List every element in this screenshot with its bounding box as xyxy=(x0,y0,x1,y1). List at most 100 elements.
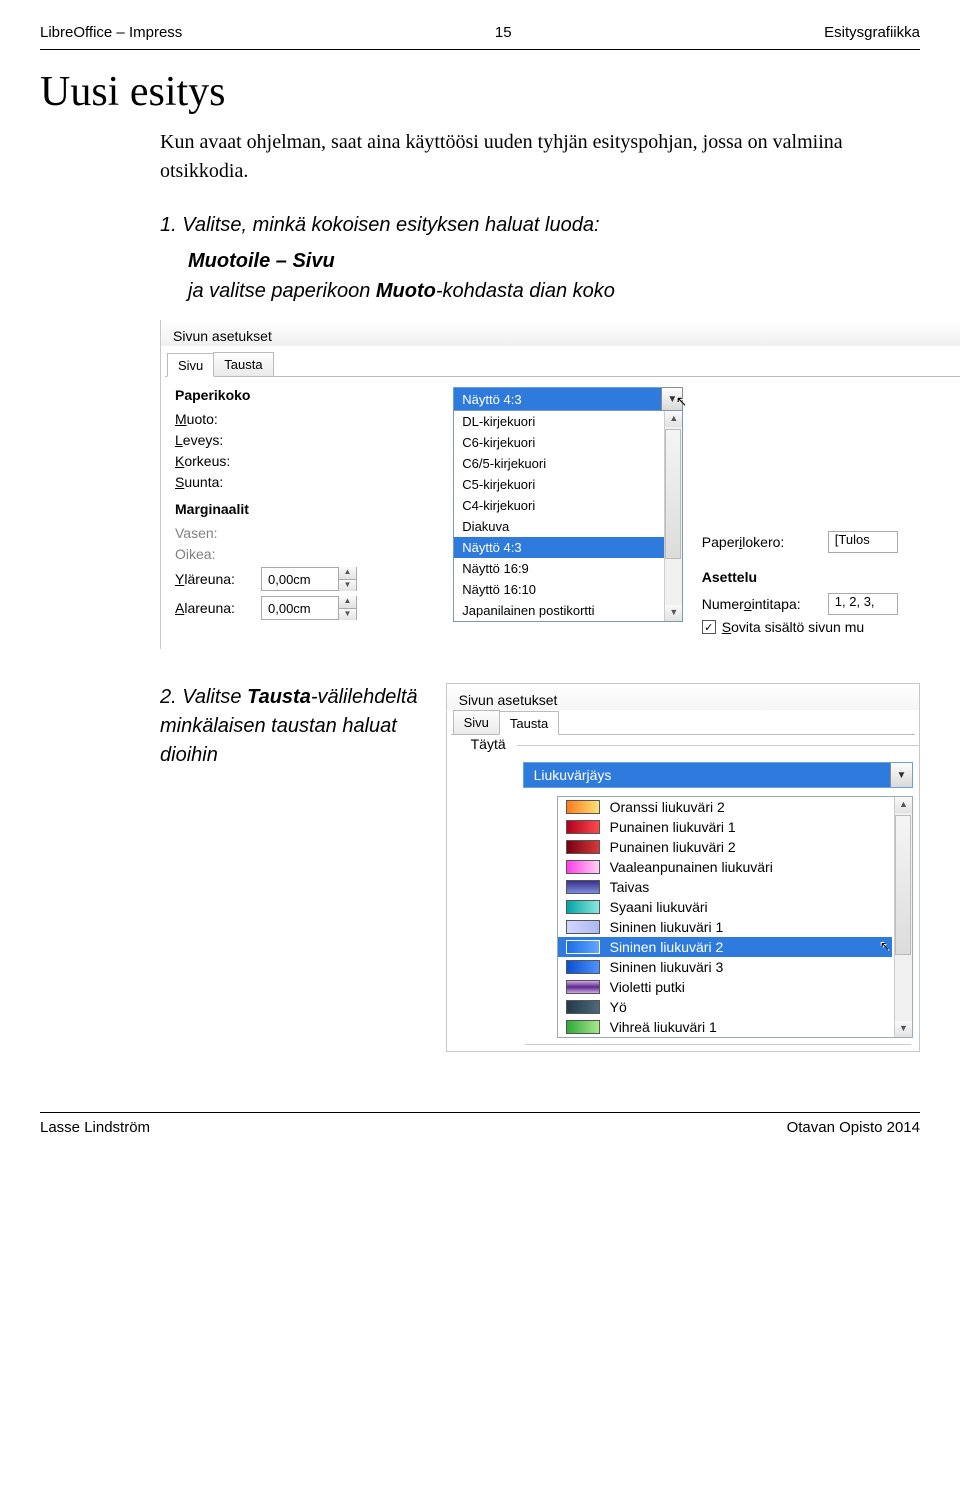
gradient-option-label: Yö xyxy=(610,999,627,1015)
format-option[interactable]: Diakuva xyxy=(454,516,682,537)
gradient-option[interactable]: Vihreä liukuväri 1 xyxy=(558,1017,892,1037)
page-setup-dialog-1: Sivun asetukset Sivu Tausta Paperikoko M… xyxy=(160,320,960,649)
gradient-option[interactable]: Yö xyxy=(558,997,892,1017)
swatch-icon xyxy=(566,940,600,954)
swatch-icon xyxy=(566,1000,600,1014)
gradient-option-label: Syaani liukuväri xyxy=(610,899,708,915)
tab-sivu-2[interactable]: Sivu xyxy=(453,710,500,734)
gradient-option-label: Oranssi liukuväri 2 xyxy=(610,799,725,815)
group-tayta: Täytä xyxy=(467,736,510,752)
input-paperilokero[interactable]: [Tulos xyxy=(828,531,898,553)
scroll-thumb[interactable] xyxy=(665,429,681,559)
page-setup-dialog-2: Sivun asetukset Sivu Tausta Täytä Liukuv… xyxy=(446,683,920,1052)
swatch-icon xyxy=(566,980,600,994)
label-korkeus: Korkeus: xyxy=(175,453,253,469)
footer-right: Otavan Opisto 2014 xyxy=(787,1119,920,1136)
gradient-option[interactable]: Punainen liukuväri 1 xyxy=(558,817,892,837)
cursor-icon: ↖ xyxy=(880,939,890,953)
step-1: 1. Valitse, minkä kokoisen esityksen hal… xyxy=(160,210,920,240)
label-paperilokero: Paperilokero: xyxy=(702,534,822,550)
gradient-option[interactable]: Violetti putki xyxy=(558,977,892,997)
gradient-option-label: Taivas xyxy=(610,879,650,895)
gradient-option[interactable]: Sininen liukuväri 1 xyxy=(558,917,892,937)
format-option[interactable]: Näyttö 16:9 xyxy=(454,558,682,579)
header-left: LibreOffice – Impress xyxy=(40,24,182,41)
input-numerointitapa[interactable]: 1, 2, 3, xyxy=(828,593,898,615)
gradient-option[interactable]: Sininen liukuväri 3 xyxy=(558,957,892,977)
group-marginaalit: Marginaalit xyxy=(175,501,443,517)
swatch-icon xyxy=(566,860,600,874)
swatch-icon xyxy=(566,880,600,894)
label-suunta: Suunta: xyxy=(175,474,253,490)
label-muoto: Muoto: xyxy=(175,411,253,427)
scrollbar[interactable]: ▲▼ xyxy=(664,411,682,621)
format-option[interactable]: C5-kirjekuori xyxy=(454,474,682,495)
spinner-down-icon[interactable]: ▼ xyxy=(339,579,356,591)
label-vasen: Vasen: xyxy=(175,525,253,541)
scroll-thumb[interactable] xyxy=(895,815,911,955)
dialog-title-2: Sivun asetukset xyxy=(447,684,919,710)
scroll-up-icon[interactable]: ▲ xyxy=(665,411,682,427)
spinner-up-icon[interactable]: ▲ xyxy=(339,567,356,579)
swatch-icon xyxy=(566,960,600,974)
group-paperikoko: Paperikoko xyxy=(175,387,443,403)
divider xyxy=(525,1044,911,1045)
format-option[interactable]: DL-kirjekuori xyxy=(454,411,682,432)
gradient-option[interactable]: Punainen liukuväri 2 xyxy=(558,837,892,857)
swatch-icon xyxy=(566,1020,600,1034)
input-ylareuna[interactable]: 0,00cm ▲▼ xyxy=(261,567,357,591)
format-option[interactable]: Japanilainen postikortti xyxy=(454,600,682,621)
gradient-option-label: Vaaleanpunainen liukuväri xyxy=(610,859,773,875)
format-option[interactable]: C6/5-kirjekuori xyxy=(454,453,682,474)
spinner-down-icon[interactable]: ▼ xyxy=(339,608,356,620)
intro-paragraph: Kun avaat ohjelman, saat aina käyttöösi … xyxy=(160,128,920,186)
footer-left: Lasse Lindström xyxy=(40,1119,150,1136)
scrollbar[interactable]: ▲▼ xyxy=(894,797,912,1037)
gradient-option-label: Sininen liukuväri 2 xyxy=(610,939,724,955)
header-right: Esitysgrafiikka xyxy=(824,24,920,41)
label-leveys: Leveys: xyxy=(175,432,253,448)
dialog-title: Sivun asetukset xyxy=(161,320,960,346)
swatch-icon xyxy=(566,920,600,934)
gradient-option[interactable]: Taivas xyxy=(558,877,892,897)
gradient-option[interactable]: Syaani liukuväri xyxy=(558,897,892,917)
swatch-icon xyxy=(566,800,600,814)
step-2: 2. Valitse Tausta-välilehdeltä minkälais… xyxy=(160,683,426,770)
gradient-listbox[interactable]: Oranssi liukuväri 2 Punainen liukuväri 1P… xyxy=(557,796,913,1038)
format-option[interactable]: Näyttö 16:10 xyxy=(454,579,682,600)
page-title: Uusi esitys xyxy=(40,68,920,116)
label-alareuna: Alareuna: xyxy=(175,600,253,616)
label-numerointitapa: Numerointitapa: xyxy=(702,596,822,612)
tab-sivu[interactable]: Sivu xyxy=(167,353,214,377)
spinner-up-icon[interactable]: ▲ xyxy=(339,596,356,608)
gradient-option-label: Violetti putki xyxy=(610,979,685,995)
gradient-option[interactable]: Oranssi liukuväri 2 xyxy=(558,797,892,817)
step-1-cont: ja valitse paperikoon Muoto-kohdasta dia… xyxy=(188,276,920,306)
swatch-icon xyxy=(566,820,600,834)
label-ylareuna: Yläreuna: xyxy=(175,571,253,587)
tab-tausta-2[interactable]: Tausta xyxy=(499,711,559,735)
step-1-bold: Muotoile – Sivu xyxy=(188,246,920,276)
format-option[interactable]: Näyttö 4:3 xyxy=(454,537,682,558)
checkbox-fit-content[interactable]: ✓ xyxy=(702,620,716,634)
input-alareuna[interactable]: 0,00cm ▲▼ xyxy=(261,596,357,620)
tab-tausta[interactable]: Tausta xyxy=(213,352,273,376)
fill-type-combobox[interactable]: Liukuvärjäys ▼ xyxy=(523,762,913,788)
gradient-option[interactable]: Vaaleanpunainen liukuväri xyxy=(558,857,892,877)
format-option[interactable]: C4-kirjekuori xyxy=(454,495,682,516)
scroll-up-icon[interactable]: ▲ xyxy=(895,797,912,813)
group-asettelu: Asettelu xyxy=(702,569,960,585)
label-oikea: Oikea: xyxy=(175,546,253,562)
header-rule xyxy=(40,49,920,50)
swatch-icon xyxy=(566,840,600,854)
tabs-2: Sivu Tausta xyxy=(451,710,915,735)
scroll-down-icon[interactable]: ▼ xyxy=(665,605,682,621)
scroll-down-icon[interactable]: ▼ xyxy=(895,1021,912,1037)
gradient-option[interactable]: Sininen liukuväri 2 ↖ xyxy=(558,937,892,957)
tabs: Sivu Tausta xyxy=(165,352,960,377)
format-dropdown-list[interactable]: DL-kirjekuoriC6-kirjekuoriC6/5-kirjekuor… xyxy=(453,410,683,622)
format-option[interactable]: C6-kirjekuori xyxy=(454,432,682,453)
gradient-option-label: Vihreä liukuväri 1 xyxy=(610,1019,717,1035)
format-combobox[interactable]: Näyttö 4:3 ▼ ↖ xyxy=(453,387,683,411)
chevron-down-icon[interactable]: ▼ xyxy=(890,763,912,787)
